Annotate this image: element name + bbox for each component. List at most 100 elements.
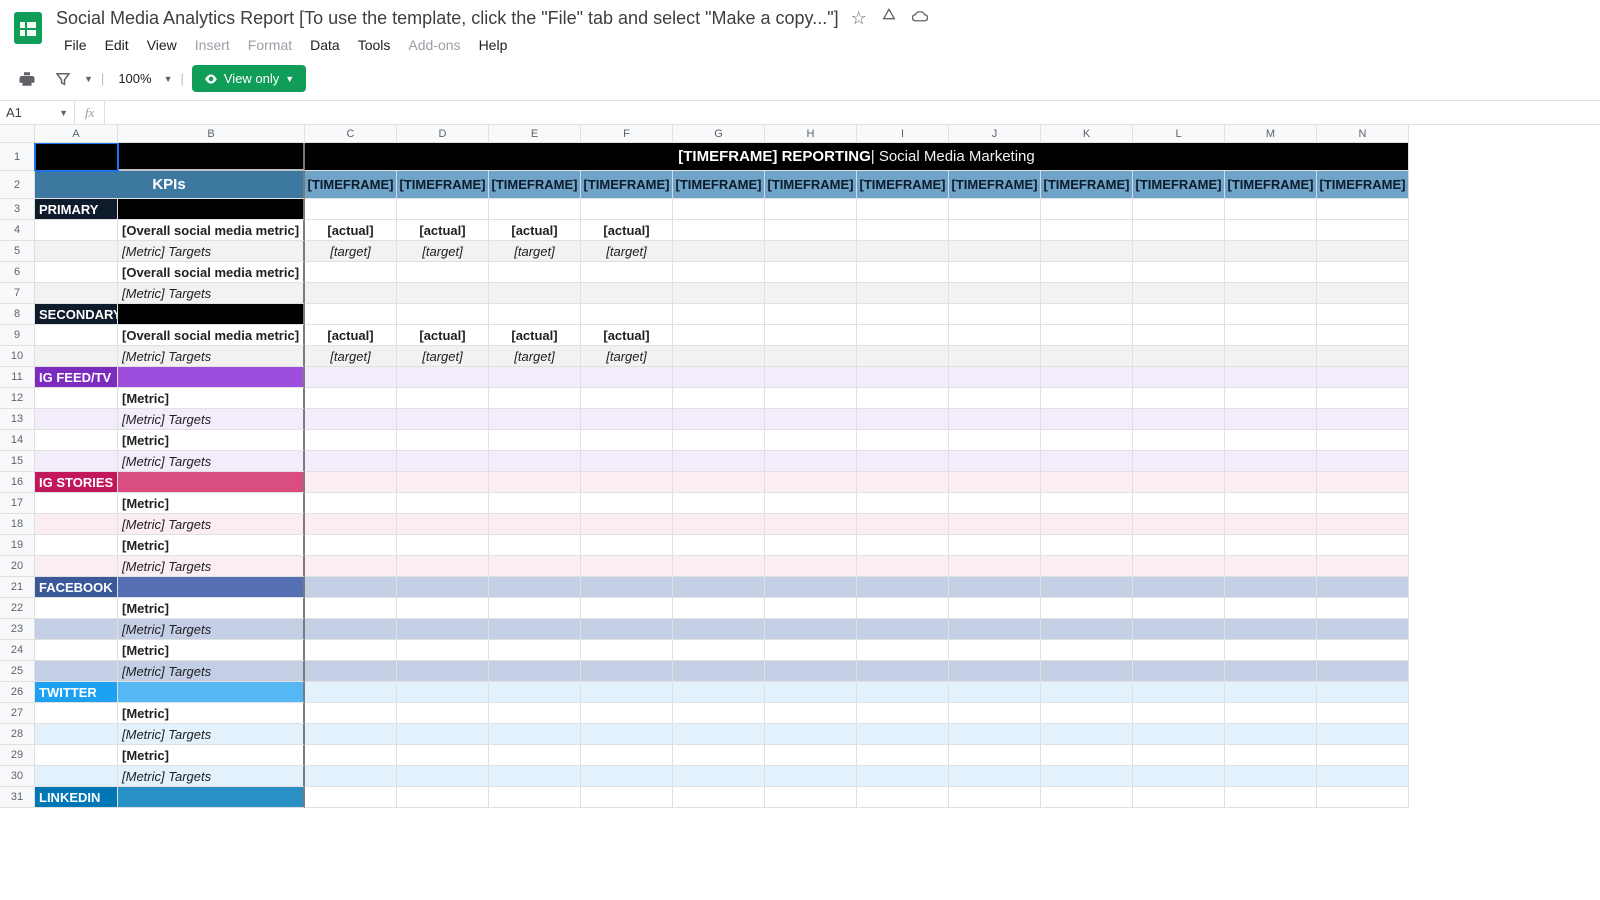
cell-A27[interactable] [35,703,118,724]
cell-M8[interactable] [1225,304,1317,325]
cell-A12[interactable] [35,388,118,409]
cell-K21[interactable] [1041,577,1133,598]
cell-G4[interactable] [673,220,765,241]
cell-E16[interactable] [489,472,581,493]
cell-H12[interactable] [765,388,857,409]
cell-K29[interactable] [1041,745,1133,766]
formula-input[interactable] [105,101,1600,124]
cell-E5[interactable]: [target] [489,241,581,262]
cell-E27[interactable] [489,703,581,724]
cell-F19[interactable] [581,535,673,556]
cell-B28[interactable]: [Metric] Targets [118,724,305,745]
cell-H18[interactable] [765,514,857,535]
cell-M14[interactable] [1225,430,1317,451]
cell-L23[interactable] [1133,619,1225,640]
cell-I31[interactable] [857,787,949,808]
cell-G26[interactable] [673,682,765,703]
cell-J30[interactable] [949,766,1041,787]
cell-B15[interactable]: [Metric] Targets [118,451,305,472]
cell-I23[interactable] [857,619,949,640]
cell-A30[interactable] [35,766,118,787]
cell-C10[interactable]: [target] [305,346,397,367]
cell-N14[interactable] [1317,430,1409,451]
cell-H19[interactable] [765,535,857,556]
cell-B14[interactable]: [Metric] [118,430,305,451]
section-ig_feed[interactable]: IG FEED/TV [35,367,118,388]
cell-G11[interactable] [673,367,765,388]
cell-K10[interactable] [1041,346,1133,367]
cell-J7[interactable] [949,283,1041,304]
cell-C18[interactable] [305,514,397,535]
cell-G8[interactable] [673,304,765,325]
zoom-selector[interactable]: 100% [112,71,157,86]
cell-K22[interactable] [1041,598,1133,619]
cell-B29[interactable]: [Metric] [118,745,305,766]
cell-M27[interactable] [1225,703,1317,724]
cell-E4[interactable]: [actual] [489,220,581,241]
menu-tools[interactable]: Tools [350,33,399,57]
cell-M15[interactable] [1225,451,1317,472]
cell-L24[interactable] [1133,640,1225,661]
cell-L22[interactable] [1133,598,1225,619]
cell-C20[interactable] [305,556,397,577]
cell-B12[interactable]: [Metric] [118,388,305,409]
cell-I17[interactable] [857,493,949,514]
cell-E29[interactable] [489,745,581,766]
cell-B1[interactable] [118,143,305,171]
cell-C12[interactable] [305,388,397,409]
cell-J9[interactable] [949,325,1041,346]
cell-C31[interactable] [305,787,397,808]
cell-A7[interactable] [35,283,118,304]
cell-H15[interactable] [765,451,857,472]
cell-F12[interactable] [581,388,673,409]
cell-G17[interactable] [673,493,765,514]
cell-C25[interactable] [305,661,397,682]
row-header-18[interactable]: 18 [0,514,35,535]
cell-D16[interactable] [397,472,489,493]
row-header-8[interactable]: 8 [0,304,35,325]
cell-D29[interactable] [397,745,489,766]
cell-D7[interactable] [397,283,489,304]
cell-H10[interactable] [765,346,857,367]
timeframe-header-M[interactable]: [TIMEFRAME] [1225,171,1317,199]
cell-C26[interactable] [305,682,397,703]
cell-I24[interactable] [857,640,949,661]
col-header-G[interactable]: G [673,125,765,143]
cell-J16[interactable] [949,472,1041,493]
cell-B10[interactable]: [Metric] Targets [118,346,305,367]
cell-A14[interactable] [35,430,118,451]
cell-K3[interactable] [1041,199,1133,220]
cell-K16[interactable] [1041,472,1133,493]
cell-I11[interactable] [857,367,949,388]
cell-E3[interactable] [489,199,581,220]
cell-D13[interactable] [397,409,489,430]
cell-D14[interactable] [397,430,489,451]
cell-B17[interactable]: [Metric] [118,493,305,514]
cell-M19[interactable] [1225,535,1317,556]
cell-E31[interactable] [489,787,581,808]
cell-N28[interactable] [1317,724,1409,745]
cell-D12[interactable] [397,388,489,409]
menu-help[interactable]: Help [471,33,516,57]
cell-I14[interactable] [857,430,949,451]
cell-M6[interactable] [1225,262,1317,283]
cell-H31[interactable] [765,787,857,808]
cell-C30[interactable] [305,766,397,787]
section-facebook-b[interactable] [118,577,305,598]
cell-M22[interactable] [1225,598,1317,619]
cell-M11[interactable] [1225,367,1317,388]
cell-C8[interactable] [305,304,397,325]
cell-F6[interactable] [581,262,673,283]
cell-K23[interactable] [1041,619,1133,640]
cell-D21[interactable] [397,577,489,598]
section-ig_stories[interactable]: IG STORIES [35,472,118,493]
cell-I5[interactable] [857,241,949,262]
cell-H30[interactable] [765,766,857,787]
cloud-status-icon[interactable] [911,8,929,29]
cell-A24[interactable] [35,640,118,661]
cell-I12[interactable] [857,388,949,409]
cell-E11[interactable] [489,367,581,388]
cell-C27[interactable] [305,703,397,724]
cell-J24[interactable] [949,640,1041,661]
cell-F20[interactable] [581,556,673,577]
